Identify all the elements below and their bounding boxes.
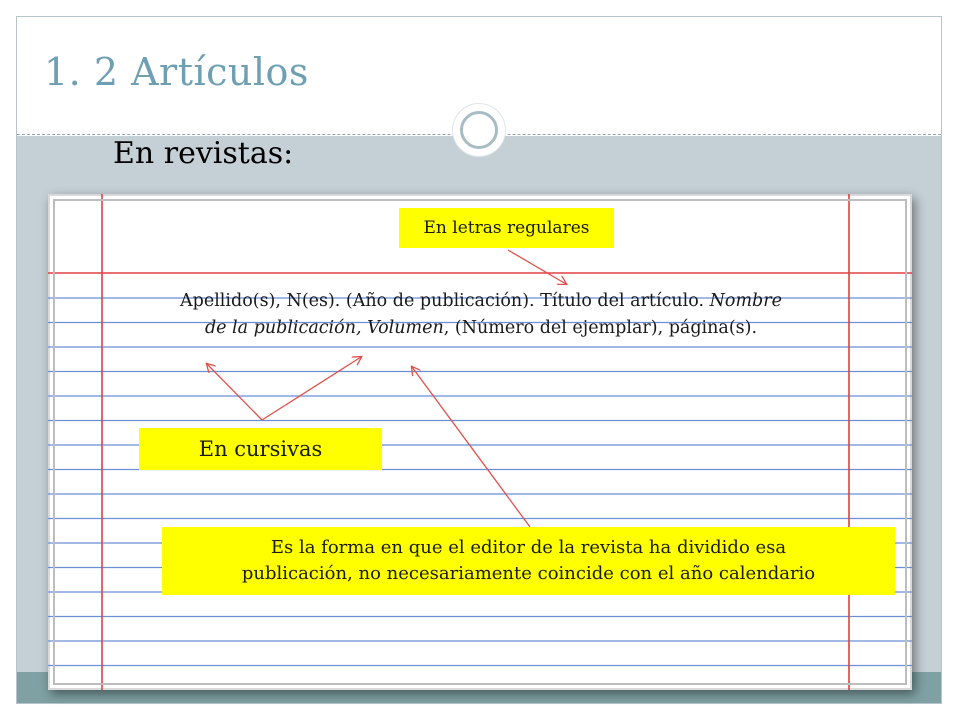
slide-title: 1. 2 Artículos [44, 50, 309, 94]
citation-format-text: Apellido(s), N(es). (Año de publicación)… [106, 288, 856, 342]
citation-italic-part-1: Nombre [709, 291, 782, 311]
note-line-2: publicación, no necesariamente coincide … [241, 563, 816, 584]
label-italics: En cursivas [139, 428, 382, 470]
citation-regular-part-1: Apellido(s), N(es). (Año de publicación)… [180, 291, 710, 311]
label-regular-letters: En letras regulares [399, 208, 614, 248]
circle-ornament-icon [453, 104, 505, 156]
label-volume-note: Es la forma en que el editor de la revis… [162, 527, 895, 595]
note-line-1: Es la forma en que el editor de la revis… [270, 537, 787, 558]
slide-subtitle: En revistas: [113, 136, 294, 171]
citation-italic-part-2: de la publicación, Volumen [204, 318, 444, 338]
citation-regular-part-2: , (Número del ejemplar), página(s). [443, 318, 758, 338]
notebook-horizontal-rules [48, 297, 912, 667]
